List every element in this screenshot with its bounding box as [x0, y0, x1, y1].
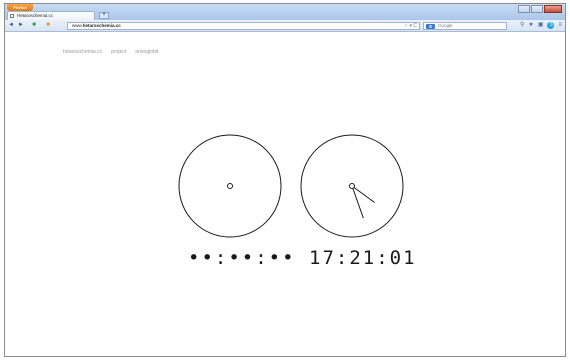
tab-active[interactable]: Hetaroschemia.cc [7, 11, 95, 20]
maximize-button[interactable] [531, 5, 543, 13]
digital-clock-right: 17:21:01 [309, 247, 417, 269]
url-host: hetaroschemia.cc [82, 23, 121, 28]
url-prefix: www. [72, 23, 83, 28]
minimize-button[interactable] [518, 5, 530, 13]
skype-icon[interactable]: S [547, 22, 555, 29]
reload-icon[interactable]: ☆ ▾ C [404, 23, 417, 29]
bookmarks-star-icon[interactable]: ★ [528, 22, 533, 29]
browser-window: Firefox Hetaroschemia.cc + ◄ ► ■ ■ www.h… [4, 3, 566, 357]
toolbar-icons: ⚲ ★ ▣ S ≡ [520, 22, 562, 29]
back-button[interactable]: ◄ [7, 22, 15, 29]
search-placeholder: Google [438, 23, 453, 28]
menu-icon[interactable]: ≡ [558, 22, 562, 29]
title-bar: Firefox Hetaroschemia.cc + [5, 4, 565, 20]
pin-icon[interactable]: ⚲ [520, 22, 524, 29]
tab-title: Hetaroschemia.cc [17, 13, 54, 18]
search-engine-icon[interactable]: 8 [426, 24, 435, 29]
window-controls [518, 5, 562, 13]
close-button[interactable] [544, 5, 562, 13]
new-tab-button[interactable]: + [99, 12, 109, 19]
nav-link-home[interactable]: hetaroschemia.cc [63, 49, 102, 55]
addon-icon[interactable]: ■ [29, 22, 39, 29]
page-navigation: hetaroschemia.cc project ennoglobit [63, 49, 158, 55]
clock-center-right [349, 183, 355, 189]
clock-center-left [227, 183, 233, 189]
navigation-toolbar: ◄ ► ■ ■ www.hetaroschemia.cc ☆ ▾ C 8 Goo… [5, 20, 565, 32]
analog-clock-right [300, 134, 404, 238]
nav-link-project[interactable]: project [111, 49, 126, 55]
page-favicon-icon [10, 14, 14, 18]
digital-clock-left: ••:••:•• [188, 247, 296, 269]
forward-button[interactable]: ► [17, 22, 25, 29]
hour-hand [351, 185, 364, 219]
search-input[interactable]: 8 Google [423, 22, 507, 30]
nav-link-ennoglobit[interactable]: ennoglobit [135, 49, 158, 55]
bookmark-icon[interactable]: ■ [43, 22, 53, 29]
firefox-menu-button[interactable]: Firefox [7, 4, 33, 11]
downloads-icon[interactable]: ▣ [538, 22, 544, 29]
analog-clock-left [178, 134, 282, 238]
url-bar[interactable]: www.hetaroschemia.cc ☆ ▾ C [67, 22, 420, 30]
